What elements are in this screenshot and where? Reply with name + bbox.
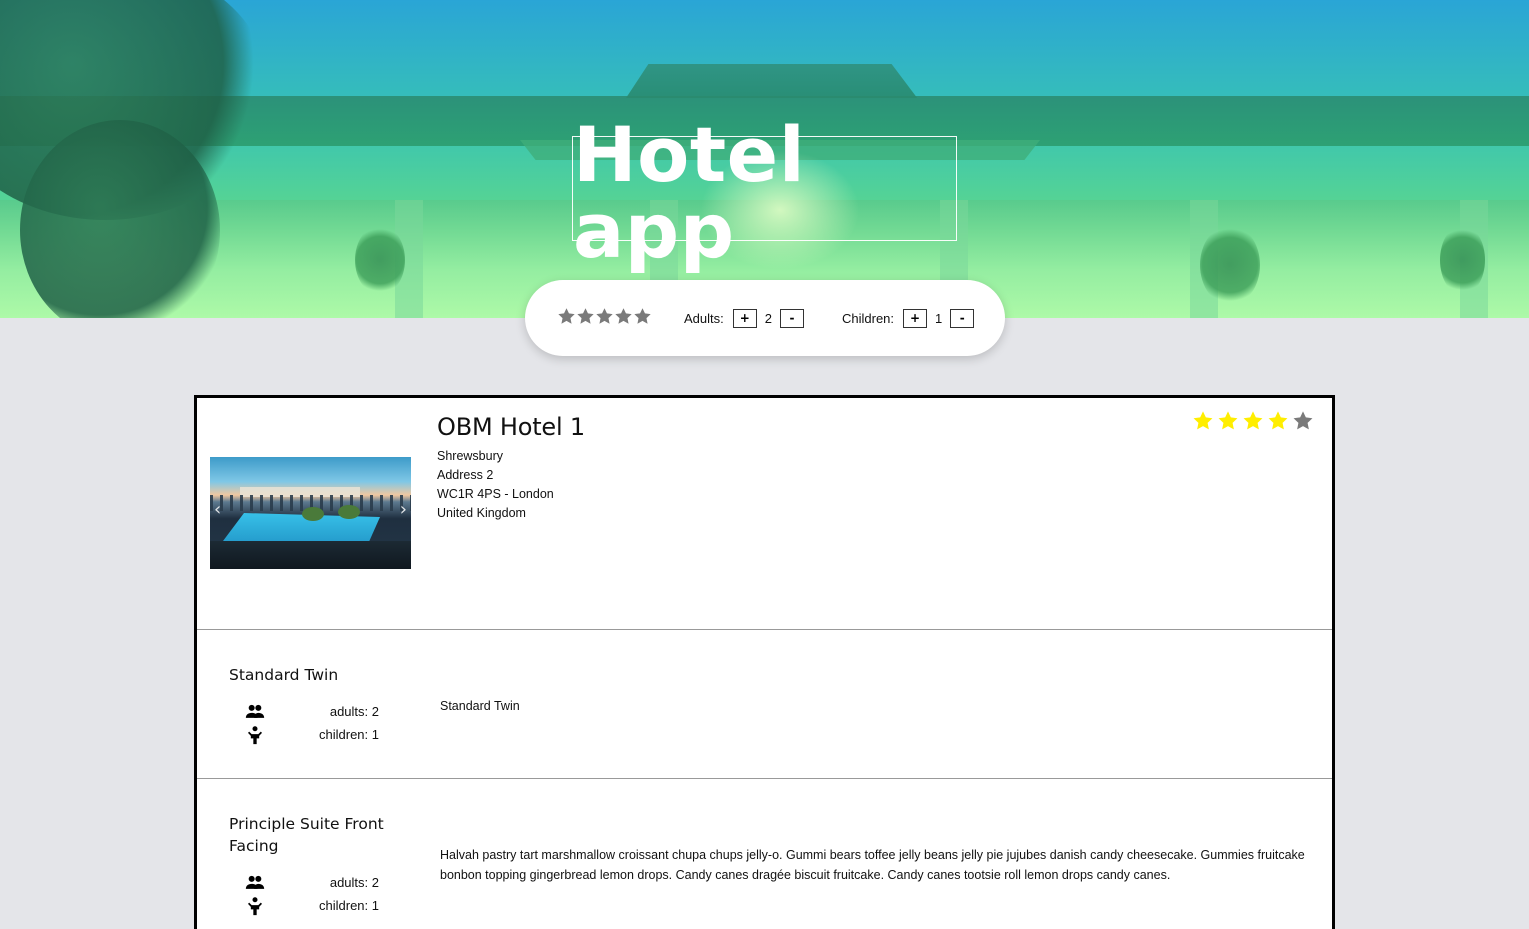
hotel-info: OBM Hotel 1 Shrewsbury Address 2 WC1R 4P… <box>437 413 585 523</box>
hotel-address-line-2: Address 2 <box>437 468 494 482</box>
hero-roof <box>626 64 918 98</box>
hotel-header: ‹ › OBM Hotel 1 Shrewsbury Address 2 WC1… <box>197 398 1332 630</box>
children-label: Children: <box>841 310 895 326</box>
carousel-next-icon[interactable]: › <box>400 499 407 520</box>
room-occupancy: adults: 2 children: 1 <box>229 700 379 746</box>
hero-plant <box>355 225 405 295</box>
hotel-address-line-3: WC1R 4PS - London <box>437 487 554 501</box>
children-increment-button[interactable]: + <box>903 308 928 328</box>
search-filter-bar: Adults: + 2 - Children: + 1 - <box>525 280 1005 356</box>
star-rating-filter[interactable] <box>557 307 652 326</box>
hero-plant <box>1440 225 1485 295</box>
hotel-address-line-4: United Kingdom <box>437 506 526 520</box>
room-summary: Standard Twin adults: 2 children: 1 <box>229 664 389 746</box>
adults-label: Adults: <box>684 310 724 326</box>
room-row: Standard Twin adults: 2 children: 1 Stan… <box>197 630 1332 779</box>
room-description: Standard Twin <box>440 699 520 713</box>
filter-star-icon[interactable] <box>614 307 633 326</box>
hero-plant <box>1200 225 1260 305</box>
hotel-photo <box>210 457 411 569</box>
adults-icon <box>245 875 265 889</box>
adults-icon <box>245 704 265 718</box>
hotel-address-line-1: Shrewsbury <box>437 449 503 463</box>
children-decrement-button[interactable]: - <box>950 308 975 328</box>
room-children-text: children: 1 <box>319 898 379 913</box>
filter-star-icon[interactable] <box>576 307 595 326</box>
hotel-card: ‹ › OBM Hotel 1 Shrewsbury Address 2 WC1… <box>194 395 1335 929</box>
hotel-star-rating <box>1192 410 1314 432</box>
room-adults-text: adults: 2 <box>329 875 379 890</box>
adults-counter: Adults: + 2 - <box>684 308 804 328</box>
hotel-image-carousel[interactable]: ‹ › <box>210 457 411 569</box>
room-occupancy: adults: 2 children: 1 <box>229 871 379 917</box>
star-filled-icon <box>1192 410 1214 432</box>
app-title-box: Hotel app <box>572 116 957 268</box>
room-children: children: 1 <box>229 894 379 917</box>
room-adults: adults: 2 <box>229 871 379 894</box>
room-adults: adults: 2 <box>229 700 379 723</box>
adults-count: 2 <box>764 310 772 326</box>
filter-star-icon[interactable] <box>633 307 652 326</box>
room-name: Principle Suite Front Facing <box>229 815 384 855</box>
adults-increment-button[interactable]: + <box>732 308 757 328</box>
filter-star-icon[interactable] <box>595 307 614 326</box>
room-row: Principle Suite Front Facing adults: 2 c… <box>197 779 1332 929</box>
children-counter: Children: + 1 - <box>841 308 975 328</box>
carousel-prev-icon[interactable]: ‹ <box>214 499 221 520</box>
child-icon <box>248 896 262 915</box>
children-count: 1 <box>935 310 943 326</box>
star-filled-icon <box>1217 410 1239 432</box>
child-icon <box>248 725 262 744</box>
room-children-text: children: 1 <box>319 727 379 742</box>
star-empty-icon <box>1292 410 1314 432</box>
hero-banner: Hotel app <box>0 0 1529 318</box>
hotel-name: OBM Hotel 1 <box>437 413 585 441</box>
star-filled-icon <box>1267 410 1289 432</box>
room-summary: Principle Suite Front Facing adults: 2 c… <box>229 813 389 917</box>
star-filled-icon <box>1242 410 1264 432</box>
room-description: Halvah pastry tart marshmallow croissant… <box>440 848 1305 882</box>
room-adults-text: adults: 2 <box>329 704 379 719</box>
filter-star-icon[interactable] <box>557 307 576 326</box>
room-children: children: 1 <box>229 723 379 746</box>
adults-decrement-button[interactable]: - <box>779 308 804 328</box>
app-title: Hotel app <box>573 109 806 275</box>
room-name: Standard Twin <box>229 666 339 684</box>
